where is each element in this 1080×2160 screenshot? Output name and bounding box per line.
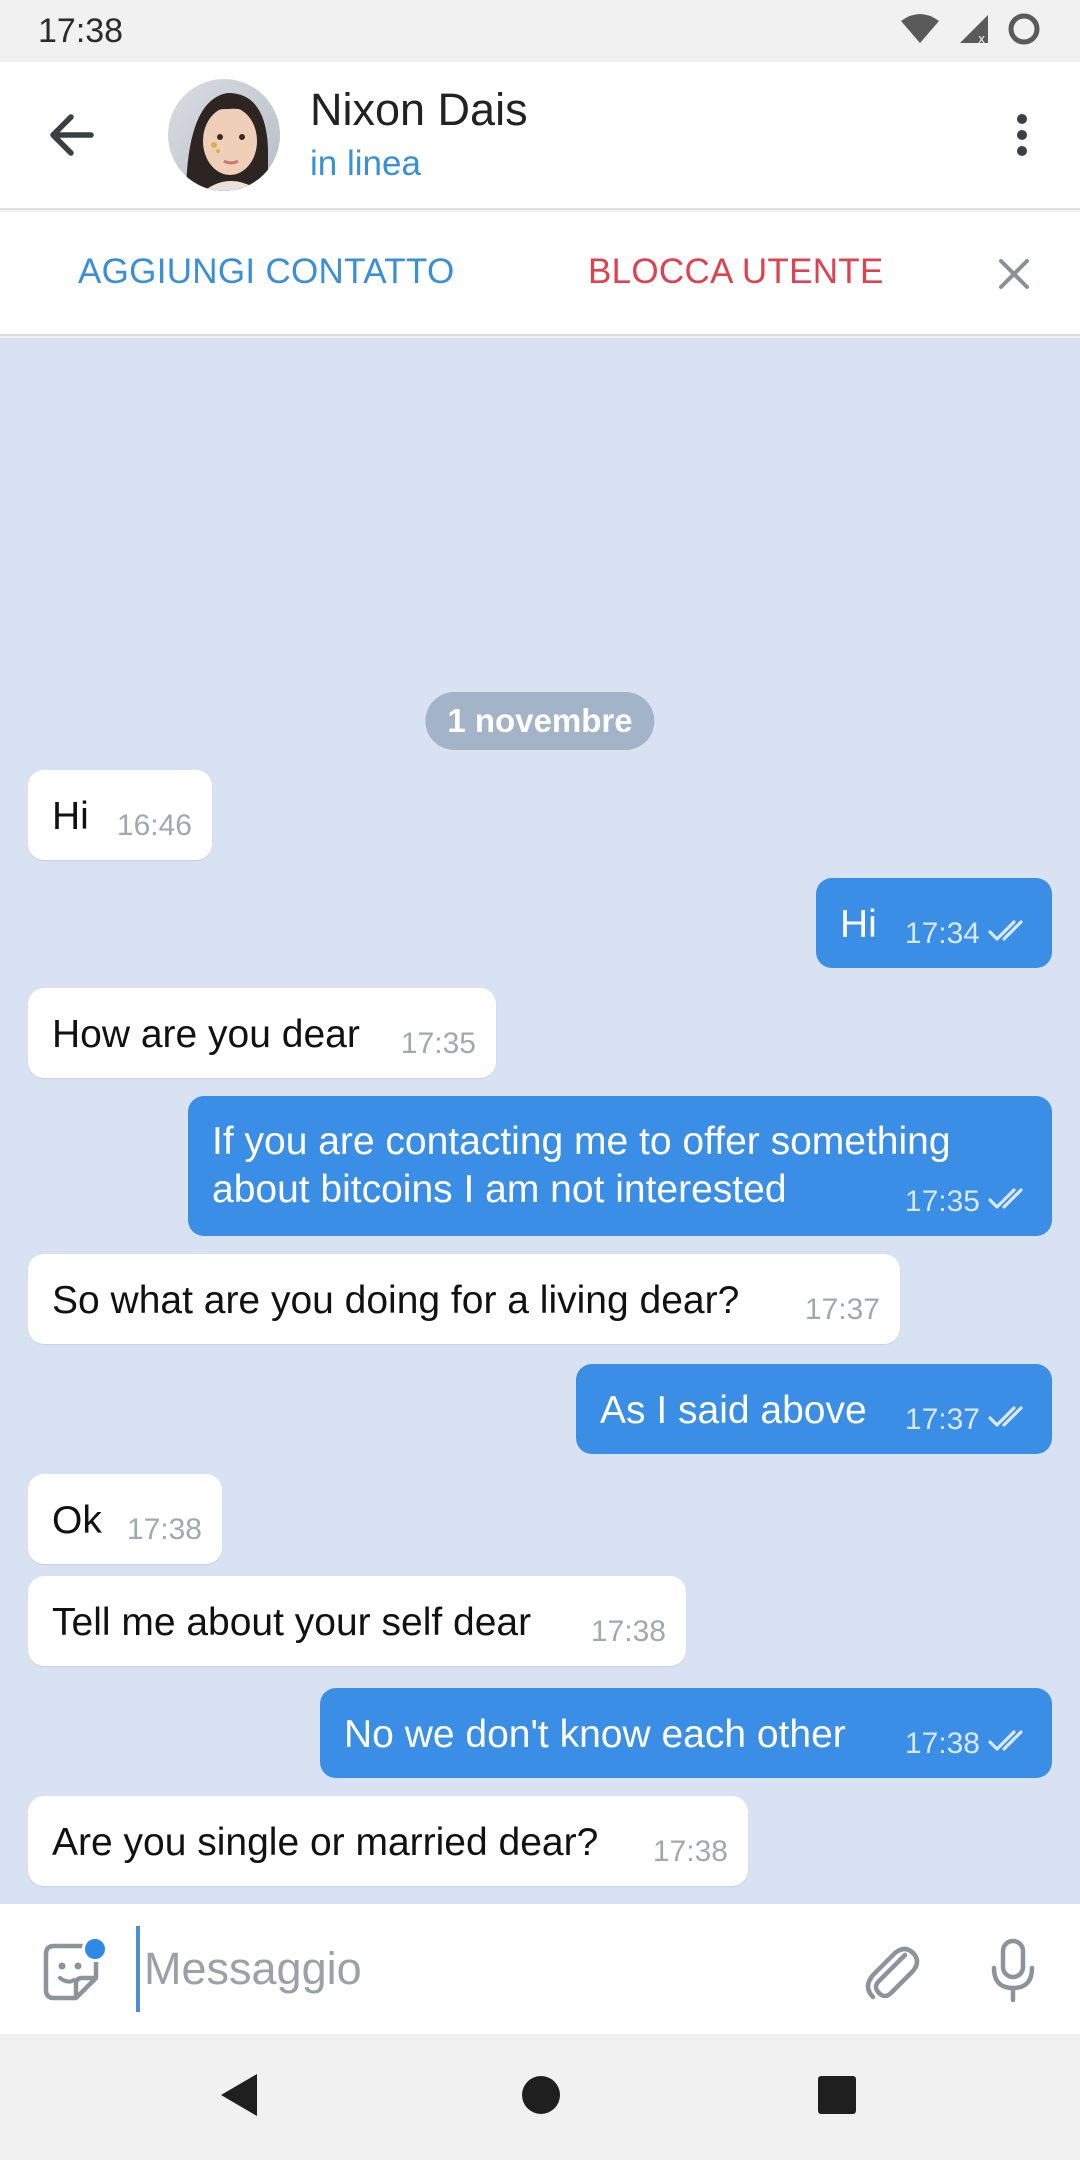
wifi-icon: [900, 13, 940, 50]
message-bubble-incoming[interactable]: Are you single or married dear? 17:38: [28, 1796, 748, 1886]
block-user-button[interactable]: BLOCCA UTENTE: [588, 252, 884, 292]
message-bubble-outgoing[interactable]: If you are contacting me to offer someth…: [188, 1096, 1052, 1236]
battery-ring-icon: [1006, 11, 1042, 52]
sticker-icon: [38, 1943, 104, 2010]
message-meta: 17:38: [653, 1828, 728, 1876]
close-icon: [997, 257, 1031, 296]
double-check-icon: [988, 1720, 1032, 1768]
attach-button[interactable]: [856, 1940, 926, 2010]
message-bubble-incoming[interactable]: So what are you doing for a living dear?…: [28, 1254, 900, 1344]
message-meta: 16:46: [117, 802, 192, 850]
message-time: 17:35: [400, 1027, 476, 1060]
message-meta: 17:38: [127, 1506, 202, 1554]
add-contact-button[interactable]: AGGIUNGI CONTATTO: [78, 252, 455, 292]
message-composer: [0, 1904, 1080, 2034]
status-time: 17:38: [38, 12, 124, 50]
date-separator: 1 novembre: [425, 692, 655, 750]
message-bubble-incoming[interactable]: Hi 16:46: [28, 770, 212, 860]
nav-home-icon: [519, 2073, 563, 2122]
message-text: So what are you doing for a living dear?: [52, 1279, 740, 1322]
double-check-icon: [988, 1178, 1032, 1226]
message-time: 16:46: [116, 809, 192, 842]
chat-area[interactable]: 1 novembre Hi 16:46 Hi 17:34 How are you…: [0, 338, 1080, 1904]
nav-back-button[interactable]: [204, 2062, 274, 2132]
system-navigation-bar: [0, 2034, 1080, 2160]
avatar[interactable]: [168, 79, 280, 191]
close-action-bar-button[interactable]: [986, 248, 1042, 304]
message-meta: 17:37: [805, 1286, 880, 1334]
message-meta: 17:34: [905, 910, 1032, 958]
message-time: 17:37: [804, 1293, 880, 1326]
message-meta: 17:35: [401, 1020, 476, 1068]
message-bubble-outgoing[interactable]: No we don't know each other 17:38: [320, 1688, 1052, 1778]
nav-home-button[interactable]: [506, 2062, 576, 2132]
svg-text:x: x: [978, 32, 985, 45]
signal-icon: x: [956, 13, 990, 50]
message-time: 17:37: [904, 1403, 980, 1436]
message-meta: 17:38: [591, 1608, 666, 1656]
message-text: Are you single or married dear?: [52, 1821, 599, 1864]
double-check-icon: [988, 910, 1032, 958]
message-time: 17:38: [904, 1727, 980, 1760]
voice-message-button[interactable]: [978, 1936, 1048, 2010]
back-button[interactable]: [36, 102, 106, 172]
nav-back-icon: [215, 2070, 263, 2125]
contact-name[interactable]: Nixon Dais: [310, 84, 528, 136]
message-bubble-outgoing[interactable]: Hi 17:34: [816, 878, 1052, 968]
status-bar: 17:38 x: [0, 0, 1080, 62]
contact-action-bar: AGGIUNGI CONTATTO BLOCCA UTENTE: [0, 212, 1080, 336]
chat-header: Nixon Dais in linea: [0, 62, 1080, 210]
paperclip-icon: [861, 1941, 921, 2010]
message-time: 17:35: [904, 1185, 980, 1218]
message-time: 17:38: [590, 1615, 666, 1648]
arrow-left-icon: [47, 113, 95, 162]
contact-status: in linea: [310, 144, 421, 183]
message-bubble-incoming[interactable]: Ok 17:38: [28, 1474, 222, 1564]
more-vertical-icon: [1015, 113, 1029, 162]
message-bubble-incoming[interactable]: Tell me about your self dear 17:38: [28, 1576, 686, 1666]
message-time: 17:38: [126, 1513, 202, 1546]
microphone-icon: [989, 1938, 1037, 2009]
message-time: 17:38: [652, 1835, 728, 1868]
nav-recents-button[interactable]: [802, 2062, 872, 2132]
notification-dot: [82, 1936, 108, 1962]
message-meta: 17:35: [905, 1178, 1032, 1226]
status-icons: x: [900, 12, 1042, 50]
message-input[interactable]: [136, 1926, 826, 2012]
message-text: Tell me about your self dear: [52, 1601, 532, 1644]
message-meta: 17:38: [905, 1720, 1032, 1768]
message-meta: 17:37: [905, 1396, 1032, 1444]
message-time: 17:34: [904, 917, 980, 950]
more-options-button[interactable]: [992, 102, 1052, 172]
double-check-icon: [988, 1396, 1032, 1444]
message-bubble-outgoing[interactable]: As I said above 17:37: [576, 1364, 1052, 1454]
nav-recents-icon: [816, 2074, 858, 2121]
message-bubble-incoming[interactable]: How are you dear 17:35: [28, 988, 496, 1078]
